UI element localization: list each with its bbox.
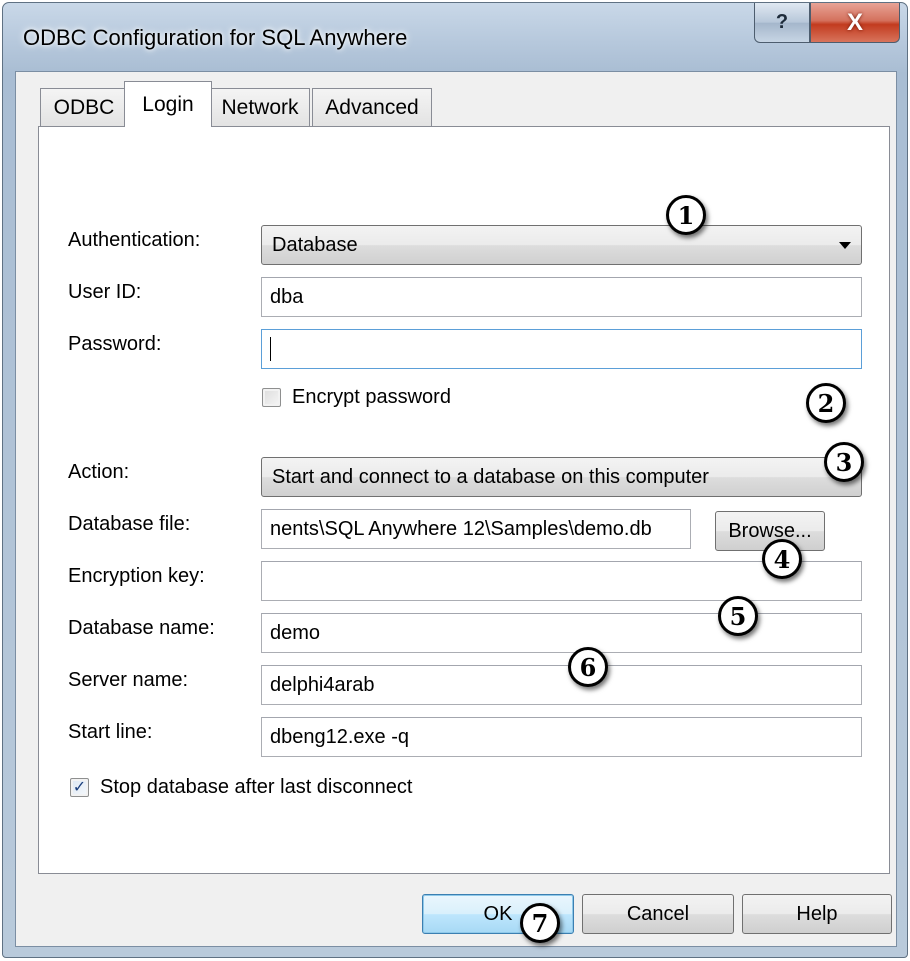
server-name-value: delphi4arab (270, 673, 375, 696)
start-line-label: Start line: (68, 721, 153, 743)
action-dropdown[interactable]: Start and connect to a database on this … (261, 457, 862, 497)
stop-database-label[interactable]: Stop database after last disconnect (100, 776, 412, 799)
tab-advanced[interactable]: Advanced (312, 88, 432, 126)
callout-marker-1: 1 (666, 195, 706, 235)
database-file-value: nents\SQL Anywhere 12\Samples\demo.db (270, 517, 652, 540)
callout-marker-6: 6 (568, 647, 608, 687)
help-label: Help (796, 902, 838, 925)
ok-label: OK (483, 902, 513, 925)
help-button[interactable]: Help (742, 894, 892, 934)
encrypt-password-checkbox[interactable] (262, 388, 281, 407)
question-mark-icon: ? (775, 11, 789, 33)
user-id-field[interactable]: dba (261, 277, 862, 317)
start-line-value: dbeng12.exe -q (270, 725, 410, 748)
tab-label: Advanced (325, 95, 419, 119)
password-field[interactable] (261, 329, 862, 369)
database-file-field[interactable]: nents\SQL Anywhere 12\Samples\demo.db (261, 509, 691, 549)
authentication-label: Authentication: (68, 229, 201, 251)
window-title: ODBC Configuration for SQL Anywhere (23, 25, 408, 50)
callout-marker-7: 7 (520, 903, 560, 943)
title-help-button[interactable]: ? (754, 3, 810, 43)
user-id-label: User ID: (68, 281, 142, 303)
text-caret (270, 337, 271, 361)
database-name-value: demo (270, 621, 321, 644)
encryption-key-label: Encryption key: (68, 565, 205, 587)
server-name-field[interactable]: delphi4arab (261, 665, 862, 705)
callout-marker-5: 5 (718, 596, 758, 636)
tab-network[interactable]: Network (210, 88, 310, 126)
checkmark-icon: ✓ (72, 778, 87, 796)
browse-label: Browse... (728, 519, 812, 542)
login-tab-panel: Authentication: Database User ID: dba Pa… (38, 126, 890, 874)
callout-marker-4: 4 (762, 539, 802, 579)
authentication-value: Database (272, 233, 358, 256)
server-name-label: Server name: (68, 669, 189, 691)
callout-marker-3: 3 (824, 442, 864, 482)
cancel-label: Cancel (626, 902, 690, 925)
tab-label: ODBC (53, 95, 115, 119)
title-close-button[interactable]: X (810, 3, 900, 43)
password-label: Password: (68, 333, 162, 355)
cancel-button[interactable]: Cancel (582, 894, 734, 934)
tab-label: Network (221, 95, 299, 119)
dialog-client-area: ODBC Login Network Advanced Authenticati… (15, 71, 897, 947)
database-name-field[interactable]: demo (261, 613, 862, 653)
tab-label: Login (142, 92, 194, 116)
title-bar[interactable]: ODBC Configuration for SQL Anywhere ? X (3, 3, 907, 71)
action-label: Action: (68, 461, 130, 483)
close-icon: X (846, 8, 863, 36)
start-line-field[interactable]: dbeng12.exe -q (261, 717, 862, 757)
authentication-dropdown[interactable]: Database (261, 225, 862, 265)
encrypt-password-label[interactable]: Encrypt password (292, 386, 451, 409)
callout-marker-2: 2 (806, 383, 846, 423)
dialog-window: ODBC Configuration for SQL Anywhere ? X … (2, 2, 908, 958)
database-file-label: Database file: (68, 513, 191, 535)
stop-database-checkbox[interactable]: ✓ (70, 778, 89, 797)
user-id-value: dba (270, 285, 304, 308)
tab-login[interactable]: Login (124, 81, 212, 127)
action-value: Start and connect to a database on this … (272, 465, 709, 488)
database-name-label: Database name: (68, 617, 215, 639)
tab-odbc[interactable]: ODBC (40, 88, 128, 126)
chevron-down-icon (839, 242, 851, 249)
